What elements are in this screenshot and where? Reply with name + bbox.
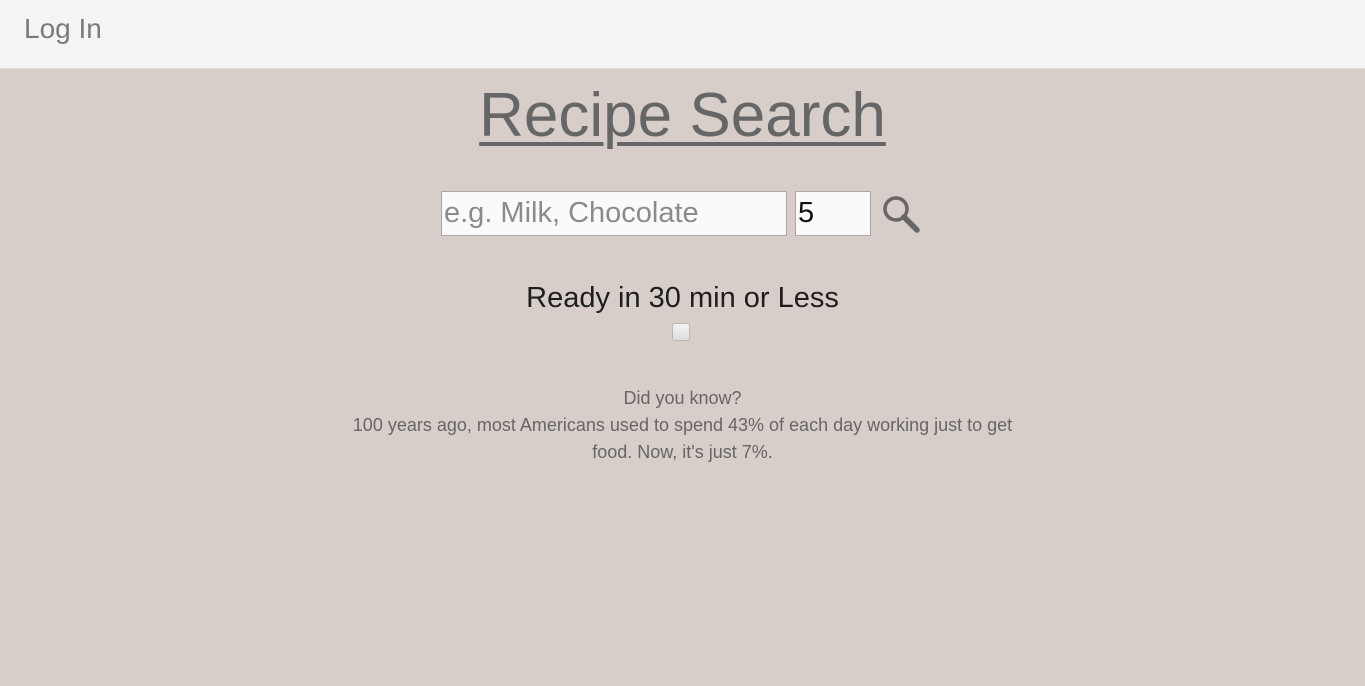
result-count-input[interactable] [795,191,871,236]
search-icon [883,196,920,233]
fact-heading: Did you know? [623,388,742,408]
search-button[interactable] [881,194,921,234]
ready-in-30-checkbox[interactable] [672,323,690,341]
page-title: Recipe Search [479,81,886,150]
ingredients-search-input[interactable] [441,191,787,236]
login-link[interactable]: Log In [24,13,102,45]
fact-box: Did you know? 100 years ago, most Americ… [340,385,1025,466]
top-navigation-bar: Log In [0,0,1365,69]
main-content: Recipe Search Ready in 30 min or Less Di… [0,69,1365,686]
fact-text: 100 years ago, most Americans used to sp… [352,415,1013,462]
ready-in-30-label: Ready in 30 min or Less [526,282,839,314]
